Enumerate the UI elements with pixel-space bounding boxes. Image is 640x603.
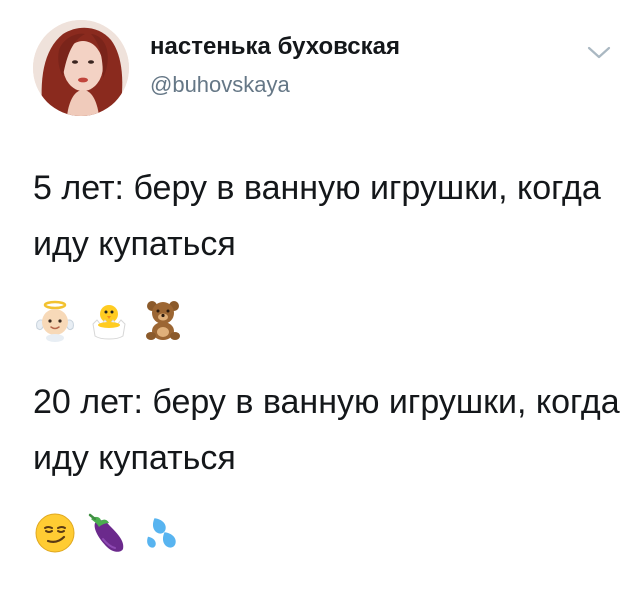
tweet-card: настенька буховская @buhovskaya 5 лет: б… xyxy=(0,0,640,603)
chevron-down-icon[interactable] xyxy=(586,44,612,62)
baby-angel-icon xyxy=(33,298,77,342)
display-name[interactable]: настенька буховская xyxy=(150,33,400,61)
tweet-text-line-1: 5 лет: беру в ванную игрушки, когда иду … xyxy=(33,169,601,263)
eggplant-icon xyxy=(87,511,131,555)
user-handle[interactable]: @buhovskaya xyxy=(150,72,290,98)
emoji-row-1 xyxy=(33,297,185,343)
smirking-face-icon xyxy=(33,511,77,555)
avatar[interactable] xyxy=(33,20,129,116)
sweat-droplets-icon xyxy=(141,511,185,555)
avatar-photo xyxy=(33,20,129,116)
hatching-chick-icon xyxy=(87,298,131,342)
emoji-row-2 xyxy=(33,510,185,556)
teddy-bear-icon xyxy=(141,298,185,342)
tweet-text-line-2: 20 лет: беру в ванную игрушки, когда иду… xyxy=(33,383,620,477)
